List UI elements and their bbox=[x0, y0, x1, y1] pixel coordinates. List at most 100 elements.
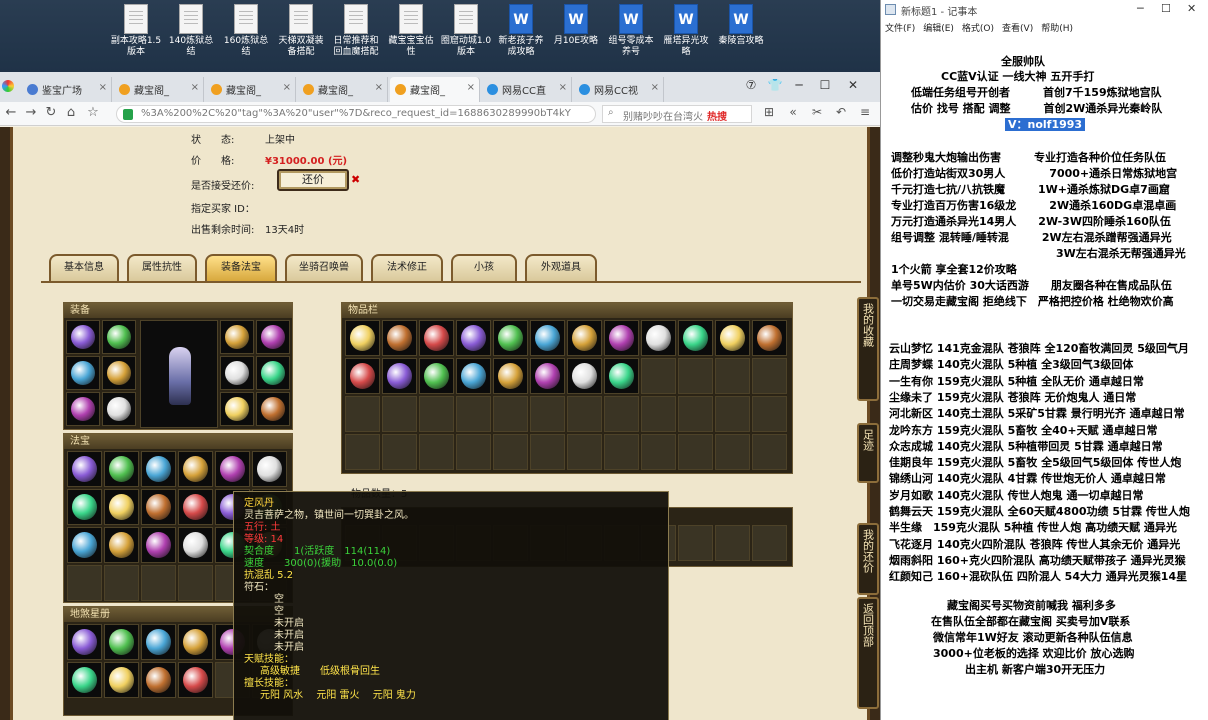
item-slot[interactable] bbox=[67, 624, 102, 660]
menu-icon[interactable]: ≡ bbox=[856, 105, 874, 119]
empty-slot[interactable] bbox=[604, 396, 639, 432]
desktop-file-icon[interactable]: W 雁塔异光攻略 bbox=[660, 4, 712, 58]
desktop-file-icon[interactable]: W 月10E攻略 bbox=[550, 4, 602, 47]
empty-slot[interactable] bbox=[678, 396, 713, 432]
side-button[interactable]: 足迹 bbox=[857, 423, 879, 483]
tab-close-icon[interactable]: × bbox=[559, 82, 567, 93]
item-slot[interactable] bbox=[66, 392, 100, 426]
desktop-file-icon[interactable]: 藏宝宝宝估性 bbox=[385, 4, 437, 58]
item-slot[interactable] bbox=[141, 662, 176, 698]
empty-slot[interactable] bbox=[604, 434, 639, 470]
empty-slot[interactable] bbox=[715, 358, 750, 394]
desktop-file-icon[interactable]: W 新老孩子养成攻略 bbox=[495, 4, 547, 58]
item-slot[interactable] bbox=[493, 320, 528, 356]
empty-slot[interactable] bbox=[641, 396, 676, 432]
notepad-text[interactable]: 全服帅队 CC蓝V认证 一线大神 五开手打 低端任务组号开创者 首创7千159炼狱地… bbox=[881, 36, 1208, 720]
item-slot[interactable] bbox=[67, 527, 102, 563]
notepad-minimize-icon[interactable]: ─ bbox=[1137, 2, 1144, 15]
empty-slot[interactable] bbox=[530, 434, 565, 470]
game-tab[interactable]: 装备法宝 bbox=[205, 254, 277, 282]
empty-slot[interactable] bbox=[567, 396, 602, 432]
item-slot[interactable] bbox=[256, 392, 290, 426]
empty-slot[interactable] bbox=[715, 434, 750, 470]
empty-slot[interactable] bbox=[456, 434, 491, 470]
item-slot[interactable] bbox=[220, 320, 254, 354]
item-slot[interactable] bbox=[141, 451, 176, 487]
empty-slot[interactable] bbox=[641, 434, 676, 470]
item-slot[interactable] bbox=[419, 320, 454, 356]
item-slot[interactable] bbox=[102, 320, 136, 354]
url-input[interactable]: %3A%200%2C%20"tag"%3A%20"user"%7D&reco_r… bbox=[116, 105, 596, 123]
tab-close-icon[interactable]: × bbox=[191, 82, 199, 93]
desktop-file-icon[interactable]: 副本攻略1.5版本 bbox=[110, 4, 162, 58]
desktop-file-icon[interactable]: 160炼狱总结 bbox=[220, 4, 272, 58]
reload-icon[interactable]: ↻ bbox=[42, 105, 60, 120]
item-slot[interactable] bbox=[715, 320, 750, 356]
game-tab[interactable]: 基本信息 bbox=[49, 254, 119, 282]
item-slot[interactable] bbox=[104, 489, 139, 525]
desktop-file-icon[interactable]: 日常推荐和回血魔搭配 bbox=[330, 4, 382, 58]
side-button[interactable]: 我的还价 bbox=[857, 523, 879, 595]
empty-slot[interactable] bbox=[419, 434, 454, 470]
item-slot[interactable] bbox=[752, 320, 787, 356]
item-slot[interactable] bbox=[567, 320, 602, 356]
back-icon[interactable]: ← bbox=[2, 105, 20, 120]
empty-slot[interactable] bbox=[678, 434, 713, 470]
game-tab[interactable]: 法术修正 bbox=[371, 254, 443, 282]
game-tab[interactable]: 坐骑召唤兽 bbox=[285, 254, 363, 282]
empty-slot[interactable] bbox=[752, 396, 787, 432]
notepad-menu-item[interactable]: 查看(V) bbox=[1002, 24, 1033, 34]
desktop-file-icon[interactable]: 圈窟动城1.0版本 bbox=[440, 4, 492, 58]
desktop-file-icon[interactable]: W 秦陵宫攻略 bbox=[715, 4, 767, 47]
item-slot[interactable] bbox=[252, 451, 287, 487]
empty-slot[interactable] bbox=[641, 358, 676, 394]
item-slot[interactable] bbox=[66, 356, 100, 390]
empty-slot[interactable] bbox=[104, 565, 139, 601]
game-tab[interactable]: 属性抗性 bbox=[127, 254, 197, 282]
game-tab[interactable]: 外观道具 bbox=[525, 254, 597, 282]
item-slot[interactable] bbox=[382, 320, 417, 356]
item-slot[interactable] bbox=[382, 358, 417, 394]
item-slot[interactable] bbox=[102, 356, 136, 390]
desktop-file-icon[interactable]: 天梯双凝装备搭配 bbox=[275, 4, 327, 58]
tab-close-icon[interactable]: × bbox=[283, 82, 291, 93]
undo-icon[interactable]: ↶ bbox=[832, 105, 850, 119]
browser-tab[interactable]: 藏宝阁_ × bbox=[206, 77, 296, 102]
item-slot[interactable] bbox=[456, 358, 491, 394]
tab-menu-icon[interactable]: ⑦ bbox=[738, 74, 764, 96]
forward-icon[interactable]: → bbox=[22, 105, 40, 120]
counter-offer-button[interactable]: 还价 bbox=[277, 169, 349, 191]
empty-slot[interactable] bbox=[752, 434, 787, 470]
item-slot[interactable] bbox=[178, 489, 213, 525]
item-slot[interactable] bbox=[178, 624, 213, 660]
bookmark-star-icon[interactable]: ☆ bbox=[84, 105, 102, 120]
empty-slot[interactable] bbox=[752, 358, 787, 394]
item-slot[interactable] bbox=[678, 320, 713, 356]
item-slot[interactable] bbox=[104, 662, 139, 698]
item-slot[interactable] bbox=[345, 358, 380, 394]
desktop-file-icon[interactable]: W 组号零成本养号 bbox=[605, 4, 657, 58]
close-window-icon[interactable]: ✕ bbox=[840, 74, 866, 96]
item-slot[interactable] bbox=[256, 356, 290, 390]
home-icon[interactable]: ⌂ bbox=[62, 105, 80, 120]
notepad-maximize-icon[interactable]: ☐ bbox=[1161, 2, 1171, 15]
item-slot[interactable] bbox=[220, 392, 254, 426]
empty-slot[interactable] bbox=[567, 434, 602, 470]
collapse-icon[interactable]: « bbox=[784, 105, 802, 119]
item-slot[interactable] bbox=[641, 320, 676, 356]
empty-slot[interactable] bbox=[141, 565, 176, 601]
empty-slot[interactable] bbox=[178, 565, 213, 601]
notepad-menu-item[interactable]: 帮助(H) bbox=[1041, 24, 1073, 34]
notepad-menu-item[interactable]: 格式(O) bbox=[962, 24, 994, 34]
tab-close-icon[interactable]: × bbox=[467, 82, 475, 93]
item-slot[interactable] bbox=[104, 527, 139, 563]
browser-tab[interactable]: 藏宝阁_ × bbox=[298, 77, 388, 102]
item-slot[interactable] bbox=[141, 527, 176, 563]
notepad-close-icon[interactable]: ✕ bbox=[1187, 2, 1196, 15]
item-slot[interactable] bbox=[67, 489, 102, 525]
item-slot[interactable] bbox=[66, 320, 100, 354]
game-tab[interactable]: 小孩 bbox=[451, 254, 517, 282]
item-slot[interactable] bbox=[104, 451, 139, 487]
empty-slot[interactable] bbox=[456, 396, 491, 432]
search-input[interactable]: ⌕ 别赌吵吵在台湾火 热搜 bbox=[602, 105, 752, 123]
